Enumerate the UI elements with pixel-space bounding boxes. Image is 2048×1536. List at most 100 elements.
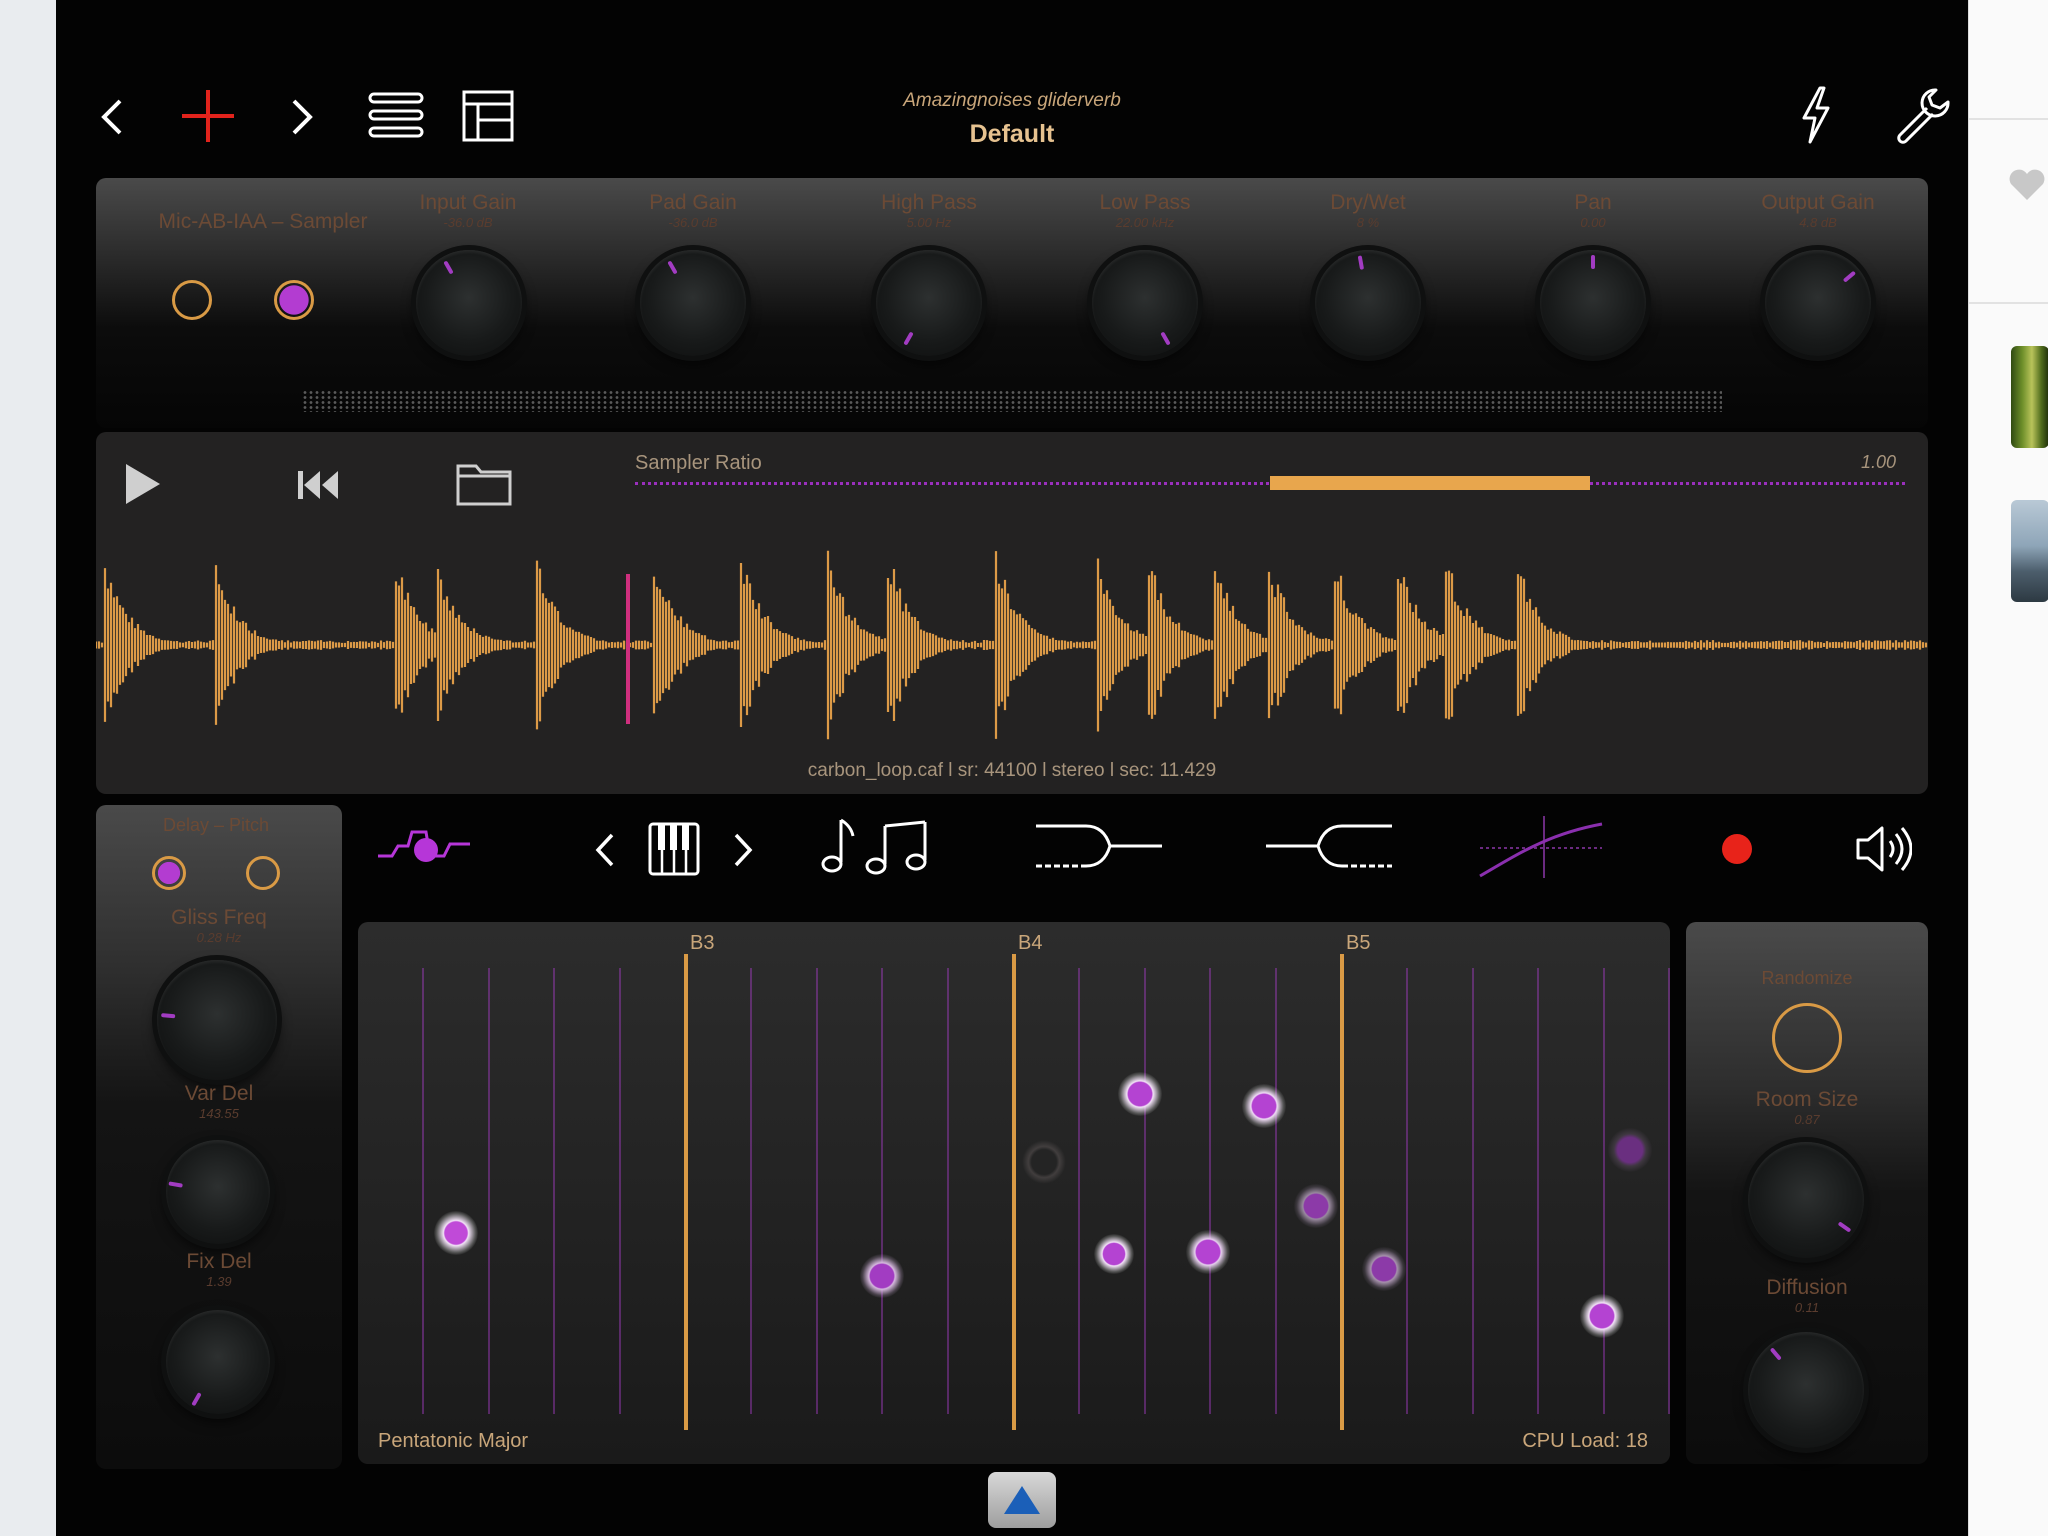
gliss-freq-knob[interactable] xyxy=(157,960,277,1080)
heart-icon[interactable] xyxy=(2007,164,2047,204)
waveform-path xyxy=(96,550,1928,740)
randomize-label: Randomize xyxy=(1761,968,1853,988)
diffusion-value: 0.11 xyxy=(1794,1300,1820,1315)
pitch-line xyxy=(1472,968,1474,1414)
pitch-line xyxy=(1078,968,1080,1414)
waveform-display[interactable] xyxy=(96,520,1928,760)
back-chevron-icon[interactable] xyxy=(100,98,124,136)
expand-button[interactable] xyxy=(988,1472,1056,1528)
voice-dot[interactable] xyxy=(1186,1230,1230,1274)
pitch-grid-panel[interactable]: B3 B4 B5 Pentatonic Major CPU Load: 18 xyxy=(358,922,1670,1464)
add-plus-icon[interactable] xyxy=(180,88,236,144)
pan-value: 0.00 xyxy=(1580,215,1606,230)
diffusion-knob[interactable] xyxy=(1748,1332,1864,1448)
source-radio-a[interactable] xyxy=(172,280,212,320)
list-menu-icon[interactable] xyxy=(368,92,424,138)
pitch-line xyxy=(1668,968,1670,1414)
pan-label: Pan xyxy=(1574,191,1612,214)
marker-b5: B5 xyxy=(1346,932,1371,954)
playhead[interactable] xyxy=(626,574,630,724)
dry-wet-knob[interactable] xyxy=(1315,250,1421,356)
divider xyxy=(1969,118,2048,120)
voice-dot[interactable] xyxy=(1242,1084,1286,1128)
file-info: carbon_loop.caf l sr: 44100 l stereo l s… xyxy=(807,760,1217,781)
pitch-line xyxy=(619,968,621,1414)
delay-pitch-title: Delay – Pitch xyxy=(162,815,270,835)
marker-b3: B3 xyxy=(690,932,715,954)
voice-dot[interactable] xyxy=(1608,1128,1652,1172)
app-window: Amazingnoises gliderverb Default Mic-AB-… xyxy=(56,0,1968,1536)
thumbnail-image[interactable] xyxy=(2011,500,2048,602)
forward-chevron-icon[interactable] xyxy=(290,98,314,136)
fix-del-value: 1.39 xyxy=(206,1274,232,1289)
output-gain-label: Output Gain xyxy=(1761,191,1875,214)
pad-gain-value: -36.0 dB xyxy=(668,215,718,230)
thumbnail-image[interactable] xyxy=(2011,346,2048,448)
randomize-button[interactable] xyxy=(1772,1003,1842,1073)
merge-routing-icon[interactable] xyxy=(1264,818,1394,874)
play-icon[interactable] xyxy=(124,462,162,506)
var-del-knob[interactable] xyxy=(166,1140,270,1244)
layout-grid-icon[interactable] xyxy=(462,90,514,142)
var-del-value: 143.55 xyxy=(199,1106,239,1121)
diffusion-label: Diffusion xyxy=(1766,1276,1848,1299)
triangle-up-icon xyxy=(1004,1486,1040,1514)
room-size-value: 0.87 xyxy=(1794,1112,1820,1127)
piano-keyboard-icon[interactable] xyxy=(648,822,700,876)
pitch-line xyxy=(1603,968,1605,1414)
marker-b4: B4 xyxy=(1018,932,1043,954)
pitch-line xyxy=(816,968,818,1414)
voice-dot[interactable] xyxy=(1362,1247,1406,1291)
voice-dot[interactable] xyxy=(1022,1140,1066,1184)
room-size-knob[interactable] xyxy=(1748,1142,1864,1258)
source-label: Mic-AB-IAA – Sampler xyxy=(158,210,368,233)
octave-line xyxy=(1340,954,1344,1430)
pitch-line xyxy=(553,968,555,1414)
delay-radio-b[interactable] xyxy=(246,856,280,890)
scale-prev-chevron-icon[interactable] xyxy=(594,832,616,868)
fix-del-knob[interactable] xyxy=(166,1310,270,1414)
level-meter xyxy=(302,390,1722,412)
pitch-line xyxy=(947,968,949,1414)
preset-name[interactable]: Default xyxy=(862,120,1162,149)
voice-dot[interactable] xyxy=(1294,1184,1338,1228)
scale-next-chevron-icon[interactable] xyxy=(732,832,754,868)
record-button[interactable] xyxy=(1722,834,1752,864)
voice-dot[interactable] xyxy=(1580,1294,1624,1338)
voice-dot[interactable] xyxy=(434,1211,478,1255)
voice-dot[interactable] xyxy=(860,1254,904,1298)
input-gain-knob[interactable] xyxy=(416,250,522,356)
wrench-icon[interactable] xyxy=(1894,86,1952,144)
pitch-line xyxy=(1144,968,1146,1414)
octave-line xyxy=(684,954,688,1430)
gliss-freq-value: 0.28 Hz xyxy=(196,930,242,945)
output-gain-knob[interactable] xyxy=(1765,250,1871,356)
speaker-icon[interactable] xyxy=(1854,822,1912,876)
glide-mode-icon[interactable] xyxy=(376,826,476,872)
voice-dot[interactable] xyxy=(1094,1234,1134,1274)
high-pass-value: 5.00 Hz xyxy=(906,215,952,230)
pad-gain-knob[interactable] xyxy=(640,250,746,356)
folder-icon[interactable] xyxy=(456,460,512,506)
source-radio-b[interactable] xyxy=(274,280,314,320)
pitch-line xyxy=(1406,968,1408,1414)
sampler-ratio-slider[interactable] xyxy=(635,476,1905,490)
pan-knob[interactable] xyxy=(1540,250,1646,356)
split-routing-icon[interactable] xyxy=(1034,818,1164,874)
gliss-freq-label: Gliss Freq xyxy=(171,906,267,929)
curve-response-icon[interactable] xyxy=(1478,814,1604,880)
scale-label: Pentatonic Major xyxy=(378,1430,529,1452)
music-notes-icon[interactable] xyxy=(820,816,934,876)
rewind-icon[interactable] xyxy=(296,468,342,502)
lightning-icon[interactable] xyxy=(1798,86,1834,144)
fix-del-label: Fix Del xyxy=(186,1250,252,1273)
high-pass-knob[interactable] xyxy=(876,250,982,356)
delay-radio-a[interactable] xyxy=(152,856,186,890)
room-size-label: Room Size xyxy=(1755,1088,1859,1111)
low-pass-knob[interactable] xyxy=(1092,250,1198,356)
pitch-line xyxy=(488,968,490,1414)
low-pass-value: 22.00 kHz xyxy=(1115,215,1175,230)
dry-wet-label: Dry/Wet xyxy=(1330,191,1406,214)
voice-dot[interactable] xyxy=(1118,1072,1162,1116)
pad-gain-label: Pad Gain xyxy=(649,191,737,214)
